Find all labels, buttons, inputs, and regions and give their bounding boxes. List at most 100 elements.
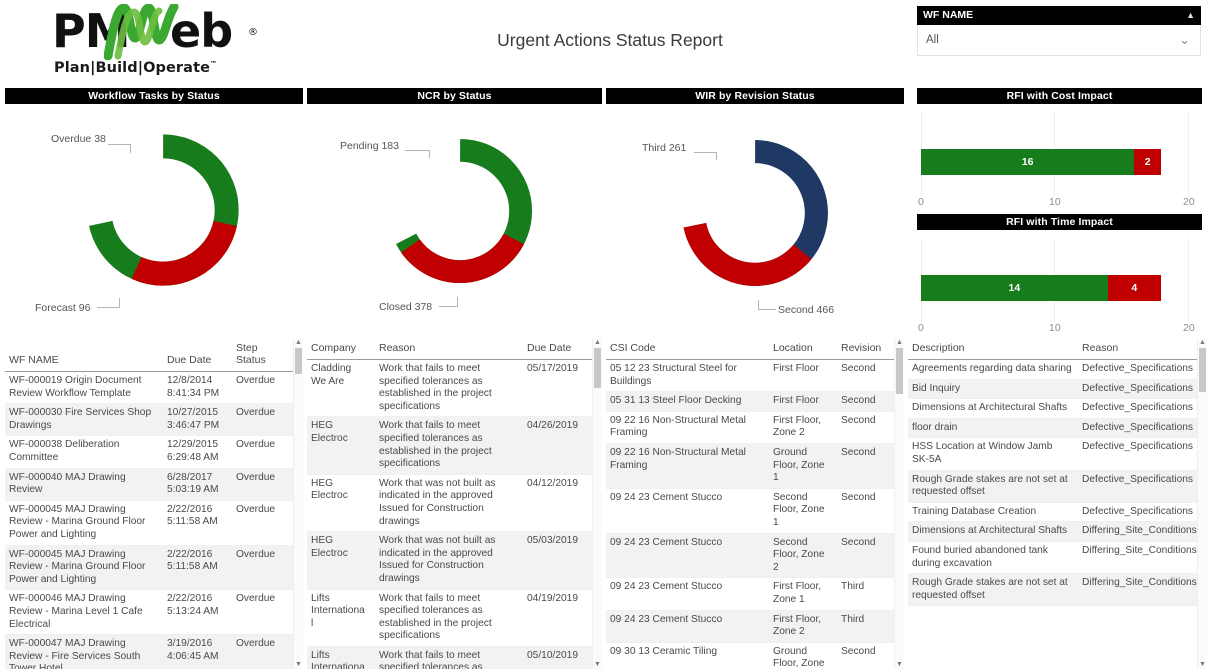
column-header-reason[interactable]: Reason <box>375 338 523 360</box>
leader-line-pending <box>405 150 429 151</box>
table-row[interactable]: HEG Electroc Work that was not built as i… <box>307 531 593 590</box>
scrollbar-thumb[interactable] <box>1199 348 1206 392</box>
table-cell: First Floor, Zone 2 <box>769 411 837 444</box>
chevron-down-icon[interactable]: ⌄ <box>1179 32 1190 48</box>
table-workflow-tasks[interactable]: WF NAME Due Date Step Status WF-000019 O… <box>5 338 303 669</box>
table-row[interactable]: WF-000046 MAJ Drawing Review - Marina Le… <box>5 589 294 636</box>
table-cell: WF-000030 Fire Services Shop Drawings <box>5 403 163 437</box>
scroll-up-icon[interactable]: ▲ <box>896 338 903 347</box>
table-row[interactable]: 09 24 23 Cement Stucco First Floor, Zone … <box>606 610 895 643</box>
bar-chart-rfi-cost[interactable]: 16 2 0 10 20 <box>917 104 1202 218</box>
column-header-reason[interactable]: Reason <box>1078 338 1198 360</box>
column-header-step-status[interactable]: Step Status <box>232 338 294 372</box>
table-row[interactable]: WF-000047 MAJ Drawing Review - Fire Serv… <box>5 634 294 669</box>
column-header-revision[interactable]: Revision <box>837 338 895 360</box>
table-row[interactable]: WF-000045 MAJ Drawing Review - Marina Gr… <box>5 500 294 546</box>
table-row[interactable]: 05 31 13 Steel Floor Decking First Floor S… <box>606 391 895 412</box>
wf-name-dropdown[interactable]: All ⌄ <box>917 25 1201 56</box>
table-scrollbar-workflow[interactable]: ▲ ▼ <box>293 338 303 669</box>
column-header-wf-name[interactable]: WF NAME <box>5 338 163 372</box>
table-rfi-details[interactable]: Description Reason Agreements regarding … <box>908 338 1207 669</box>
table-cell: HSS Location at Window Jamb SK-5A <box>908 437 1078 471</box>
table-cell: 05 31 13 Steel Floor Decking <box>606 391 769 412</box>
donut-chart-workflow-tasks[interactable]: Overdue 38 Forecast 96 <box>5 104 303 336</box>
table-cell: Ground Floor, Zone 1 <box>769 443 837 489</box>
table-cell: Second <box>837 391 895 412</box>
table-row[interactable]: WF-000045 MAJ Drawing Review - Marina Gr… <box>5 545 294 591</box>
column-header-due-date[interactable]: Due Date <box>163 338 232 372</box>
table-ncr-details[interactable]: Company Reason Due Date Cladding We Are W… <box>307 338 602 669</box>
column-header-due-date[interactable]: Due Date <box>523 338 593 360</box>
table-row[interactable]: 09 24 23 Cement Stucco Second Floor, Zone… <box>606 488 895 534</box>
scroll-up-icon[interactable]: ▲ <box>295 338 302 347</box>
scroll-down-icon[interactable]: ▼ <box>1199 660 1206 669</box>
table-row[interactable]: 09 22 16 Non-Structural Metal Framing Fir… <box>606 411 895 444</box>
table-cell: 09 22 16 Non-Structural Metal Framing <box>606 411 769 444</box>
column-header-description[interactable]: Description <box>908 338 1078 360</box>
bar-segment-time-no[interactable]: 14 <box>921 275 1108 301</box>
table-row[interactable]: WF-000019 Origin Document Review Workflo… <box>5 371 294 405</box>
table-row[interactable]: Lifts Internationa Work that fails to mee… <box>307 646 593 669</box>
table-cell: 6/28/2017 5:03:19 AM <box>163 468 232 501</box>
table-row[interactable]: HEG Electroc Work that fails to meet spec… <box>307 416 593 475</box>
table-row[interactable]: Dimensions at Architectural Shafts Differ… <box>908 521 1198 542</box>
column-header-location[interactable]: Location <box>769 338 837 360</box>
table-row[interactable]: Cladding We Are Work that fails to meet s… <box>307 359 593 418</box>
scroll-down-icon[interactable]: ▼ <box>594 660 601 669</box>
table-scrollbar-ncr[interactable]: ▲ ▼ <box>592 338 602 669</box>
bar-segment-cost-no[interactable]: 16 <box>921 149 1135 175</box>
table-cell: 09 22 16 Non-Structural Metal Framing <box>606 443 769 489</box>
table-row[interactable]: 09 24 23 Cement Stucco Second Floor, Zone… <box>606 533 895 579</box>
donut-chart-wir[interactable]: Third 261 Second 466 <box>606 104 904 336</box>
donut-chart-ncr[interactable]: Pending 183 Closed 378 <box>307 104 602 336</box>
chevron-up-icon[interactable]: ▲ <box>1186 6 1195 25</box>
table-row[interactable]: WF-000040 MAJ Drawing Review 6/28/2017 5:… <box>5 468 294 501</box>
table-row[interactable]: Bid Inquiry Defective_Specifications <box>908 379 1198 400</box>
table-cell: 3/19/2016 4:06:45 AM <box>163 634 232 669</box>
table-row[interactable]: Agreements regarding data sharing Defecti… <box>908 359 1198 380</box>
table-row[interactable]: Training Database Creation Defective_Spec… <box>908 502 1198 523</box>
bar-stack-rfi-cost[interactable]: 16 2 <box>921 149 1161 175</box>
scrollbar-thumb[interactable] <box>594 348 601 388</box>
table-cell: Second Floor, Zone 2 <box>769 533 837 579</box>
column-header-csi-code[interactable]: CSI Code <box>606 338 769 360</box>
table-row[interactable]: WF-000038 Deliberation Committee 12/29/20… <box>5 435 294 469</box>
leader-tick-second <box>758 300 759 310</box>
scrollbar-thumb[interactable] <box>295 348 302 374</box>
table-row[interactable]: Rough Grade stakes are not set at reques… <box>908 573 1198 607</box>
table-row[interactable]: floor drain Defective_Specifications <box>908 418 1198 439</box>
bar-chart-rfi-time[interactable]: 14 4 0 10 20 <box>917 230 1202 344</box>
table-row[interactable]: Lifts Internationa l Work that fails to m… <box>307 589 593 647</box>
table-cell: Overdue <box>232 589 294 636</box>
scrollbar-thumb[interactable] <box>896 348 903 394</box>
bar-segment-time-yes[interactable]: 4 <box>1107 275 1161 301</box>
scroll-down-icon[interactable]: ▼ <box>896 660 903 669</box>
table-row[interactable]: HSS Location at Window Jamb SK-5A Defecti… <box>908 437 1198 471</box>
panel-ncr: NCR by Status Pending 183 Closed 378 <box>307 88 602 336</box>
table-row[interactable]: 09 30 13 Ceramic Tiling Ground Floor, Zon… <box>606 642 895 669</box>
table-row[interactable]: HEG Electroc Work that was not built as i… <box>307 474 593 533</box>
table-cell: 10/27/2015 3:46:47 PM <box>163 403 232 437</box>
x-tick-10-cost: 10 <box>1049 196 1061 208</box>
ncr-table-body: Cladding We Are Work that fails to meet s… <box>307 359 593 669</box>
table-row[interactable]: 09 24 23 Cement Stucco First Floor, Zone … <box>606 577 895 611</box>
table-wir-details[interactable]: CSI Code Location Revision 05 12 23 Stru… <box>606 338 904 669</box>
table-row[interactable]: Dimensions at Architectural Shafts Defect… <box>908 398 1198 419</box>
panel-title-ncr: NCR by Status <box>307 88 602 104</box>
table-scrollbar-wir[interactable]: ▲ ▼ <box>894 338 904 669</box>
scroll-down-icon[interactable]: ▼ <box>295 660 302 669</box>
table-row[interactable]: Found buried abandoned tank during excav… <box>908 541 1198 575</box>
table-scrollbar-rfi[interactable]: ▲ ▼ <box>1197 338 1207 669</box>
table-row[interactable]: Rough Grade stakes are not set at reques… <box>908 470 1198 503</box>
scroll-up-icon[interactable]: ▲ <box>594 338 601 347</box>
column-header-company[interactable]: Company <box>307 338 375 360</box>
bar-segment-cost-yes[interactable]: 2 <box>1134 149 1161 175</box>
bar-stack-rfi-time[interactable]: 14 4 <box>921 275 1161 301</box>
table-row[interactable]: 09 22 16 Non-Structural Metal Framing Gro… <box>606 443 895 489</box>
table-row[interactable]: 05 12 23 Structural Steel for Buildings F… <box>606 359 895 393</box>
slicer-header[interactable]: WF NAME ▲ <box>917 6 1201 25</box>
table-row[interactable]: WF-000030 Fire Services Shop Drawings 10/… <box>5 403 294 437</box>
donut-label-forecast: Forecast 96 <box>35 302 91 314</box>
table-cell: Defective_Specifications <box>1078 470 1198 503</box>
scroll-up-icon[interactable]: ▲ <box>1199 338 1206 347</box>
